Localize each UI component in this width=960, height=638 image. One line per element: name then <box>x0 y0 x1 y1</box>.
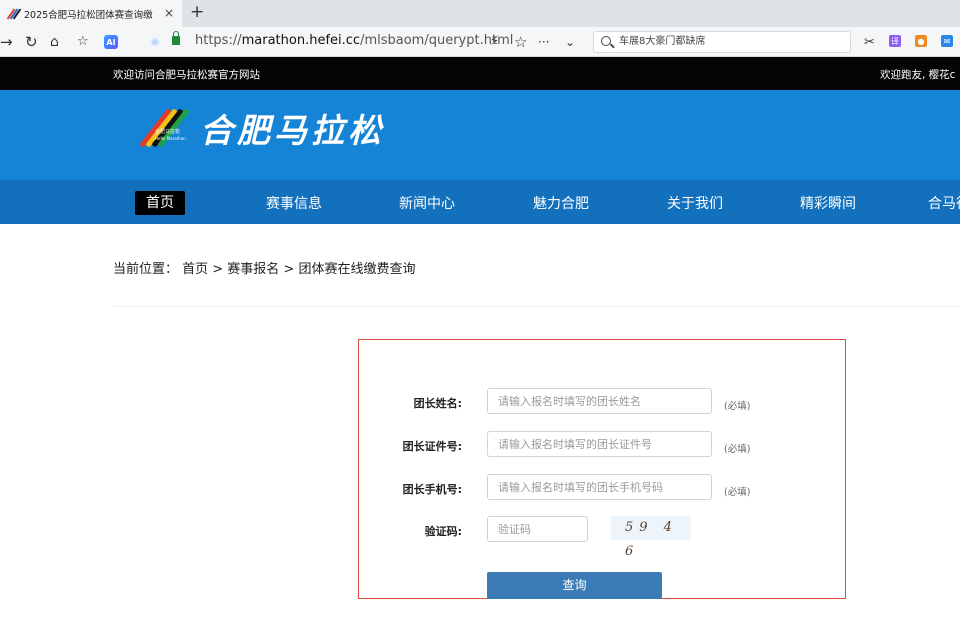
url-host: marathon.hefei.cc <box>241 33 361 48</box>
logo-subtitle-cn: 合肥马拉松 <box>155 129 181 135</box>
nav-item-home[interactable]: 首页 <box>135 191 185 215</box>
divider <box>113 306 960 307</box>
refresh-icon[interactable]: ↻ <box>25 32 38 52</box>
user-greeting[interactable]: 欢迎跑友, 樱花c <box>880 67 955 82</box>
logo-title[interactable]: 合肥马拉松 <box>200 104 385 152</box>
query-button[interactable]: 查询 <box>487 572 662 599</box>
new-tab-icon[interactable]: + <box>190 2 204 22</box>
nav-item-about[interactable]: 关于我们 <box>667 193 723 213</box>
captcha-input[interactable] <box>487 516 588 542</box>
lightning-icon[interactable]: ⚡ <box>490 32 499 52</box>
chevron-down-icon[interactable]: ⌄ <box>565 32 575 52</box>
required-tag: (必填) <box>724 487 751 498</box>
back-icon[interactable]: → <box>0 32 13 52</box>
required-tag: (必填) <box>724 444 751 455</box>
breadcrumb: 当前位置： 首页 > 赛事报名 > 团体赛在线缴费查询 <box>113 262 416 277</box>
more-icon[interactable]: ··· <box>538 32 549 52</box>
captcha-label: 验证码: <box>424 525 462 538</box>
nav-item-event-info[interactable]: 赛事信息 <box>266 193 322 213</box>
scissors-icon[interactable]: ✂ <box>864 33 875 53</box>
translate-icon[interactable]: 译 <box>889 35 901 47</box>
leader-phone-label: 团长手机号: <box>402 483 462 496</box>
ai-icon[interactable]: AI <box>104 35 118 49</box>
required-tag: (必填) <box>724 401 751 412</box>
leader-id-input[interactable] <box>487 431 712 457</box>
star-icon[interactable]: ☆ <box>514 32 527 52</box>
nav-item-charm-hefei[interactable]: 魅力合肥 <box>533 193 589 213</box>
browser-tab-bar: 2025合肥马拉松团体赛查询缴 × + <box>0 0 960 27</box>
nav-item-news[interactable]: 新闻中心 <box>399 193 455 213</box>
marathon-favicon-icon <box>6 8 22 20</box>
welcome-text: 欢迎访问合肥马拉松赛官方网站 <box>113 69 260 81</box>
shield-icon[interactable] <box>150 37 160 47</box>
browser-search-input[interactable]: 车展8大豪门都缺席 <box>593 31 851 53</box>
home-icon[interactable]: ⌂ <box>50 32 59 52</box>
url-prefix: https:// <box>195 33 242 48</box>
mail-icon[interactable]: ✉ <box>941 35 953 47</box>
tab-title: 2025合肥马拉松团体赛查询缴 <box>24 9 153 21</box>
query-form-highlight <box>358 339 846 599</box>
leader-phone-input[interactable] <box>487 474 712 500</box>
leader-name-input[interactable] <box>487 388 712 414</box>
lock-icon[interactable] <box>172 31 180 45</box>
close-tab-icon[interactable]: × <box>164 6 174 20</box>
welcome-bar: 欢迎访问合肥马拉松赛官方网站 欢迎跑友, 樱花c <box>0 57 960 90</box>
search-text: 车展8大豪门都缺席 <box>619 36 706 47</box>
nav-item-hema[interactable]: 合马行 <box>928 193 960 213</box>
captcha-image[interactable]: 59 4 6 <box>611 516 691 559</box>
browser-tab[interactable]: 2025合肥马拉松团体赛查询缴 × <box>0 0 182 27</box>
address-bar[interactable]: https://marathon.hefei.cc/mlsbaom/queryp… <box>195 33 513 48</box>
nav-item-highlights[interactable]: 精彩瞬间 <box>800 193 856 213</box>
search-icon <box>601 36 611 46</box>
leader-id-label: 团长证件号: <box>402 440 462 453</box>
favorites-icon[interactable]: ☆ <box>77 32 89 52</box>
game-icon[interactable]: ● <box>915 35 927 47</box>
logo-subtitle-en: Hefei Marathon <box>155 136 186 141</box>
leader-name-label: 团长姓名: <box>413 397 462 410</box>
